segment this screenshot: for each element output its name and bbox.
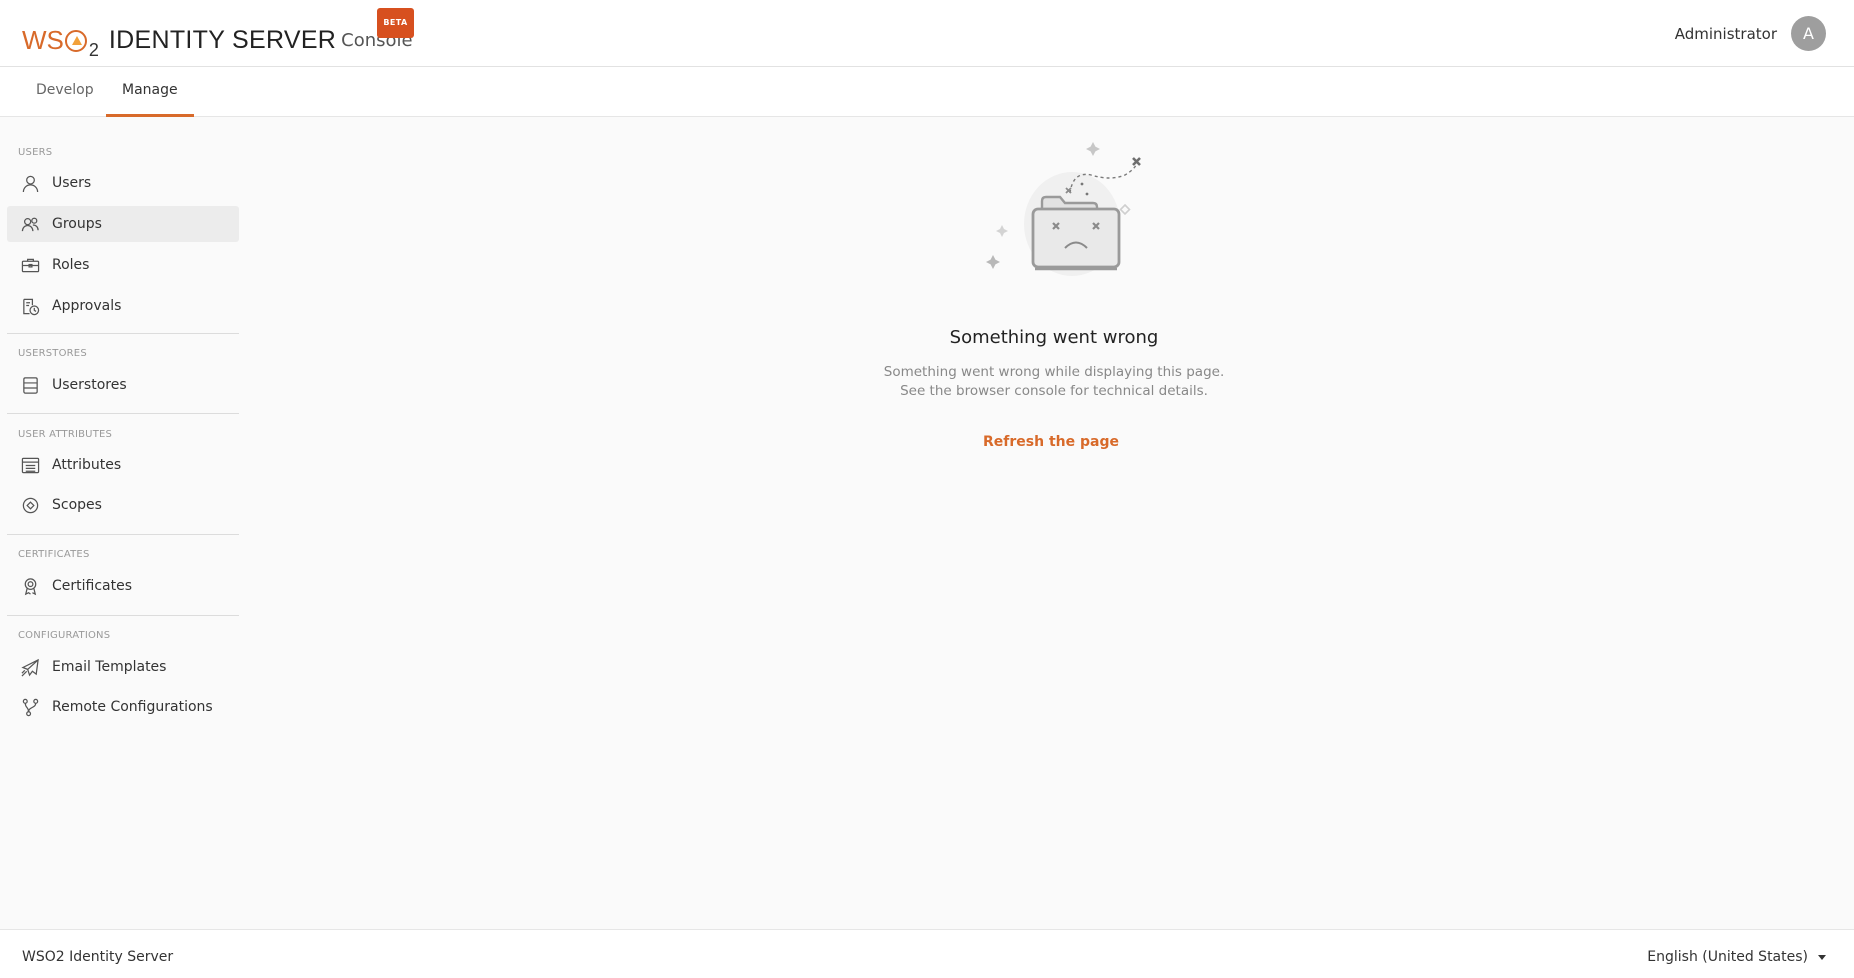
top-tabs: Develop Manage — [0, 67, 1854, 117]
tab-develop[interactable]: Develop — [20, 67, 110, 117]
sidebar-divider — [7, 534, 239, 535]
broken-folder-illustration — [965, 137, 1205, 287]
footer-product-name: WSO2 Identity Server — [22, 949, 174, 965]
sidebar-item-groups[interactable]: Groups — [7, 206, 239, 242]
error-description-line: See the browser console for technical de… — [900, 383, 1208, 399]
language-selected-value: English (United States) — [1647, 949, 1808, 965]
sidebar-item-userstores[interactable]: Userstores — [7, 367, 239, 403]
sidebar-item-remote-configurations[interactable]: Remote Configurations — [7, 689, 239, 725]
sidebar-item-scopes[interactable]: Scopes — [7, 487, 239, 523]
product-logo[interactable]: WS 2 IDENTITY SERVER Console BETA — [22, 8, 414, 59]
sidebar-item-label: Scopes — [52, 497, 102, 513]
section-title-certificates: Certificates — [18, 549, 90, 560]
sidebar-divider — [7, 333, 239, 334]
list-icon — [20, 455, 40, 475]
error-description-line: Something went wrong while displaying th… — [883, 364, 1225, 380]
logo-brand-text: WS — [22, 25, 64, 55]
main-content: Something went wrong Something went wron… — [248, 117, 1854, 929]
chevron-down-icon — [1818, 954, 1826, 960]
sidebar-item-label: Groups — [52, 216, 102, 232]
group-icon — [20, 214, 40, 234]
sidebar: Users Users Groups Roles Approvals Users… — [0, 117, 248, 929]
error-title: Something went wrong — [949, 327, 1159, 348]
language-selector[interactable]: English (United States) — [1647, 949, 1826, 965]
branch-icon — [20, 697, 40, 717]
sidebar-item-approvals[interactable]: Approvals — [7, 288, 239, 324]
email-icon — [20, 657, 40, 677]
sidebar-item-label: Approvals — [52, 298, 122, 314]
sidebar-item-label: Email Templates — [52, 659, 167, 675]
section-title-userstores: Userstores — [18, 348, 87, 359]
sidebar-item-label: Users — [52, 175, 92, 191]
certificate-icon — [20, 576, 40, 596]
sidebar-item-label: Certificates — [52, 578, 133, 594]
sidebar-item-certificates[interactable]: Certificates — [7, 568, 239, 604]
product-name: IDENTITY SERVER — [108, 26, 337, 54]
section-title-users: Users — [18, 147, 53, 158]
logo-o-mark — [64, 30, 87, 52]
tab-manage[interactable]: Manage — [106, 67, 194, 117]
sidebar-item-email-templates[interactable]: Email Templates — [7, 649, 239, 685]
section-title-user-attributes: User Attributes — [18, 429, 113, 440]
app-footer: WSO2 Identity Server English (United Sta… — [0, 929, 1854, 978]
sidebar-item-label: Userstores — [52, 377, 127, 393]
user-icon — [20, 173, 40, 193]
app-header: WS 2 IDENTITY SERVER Console BETA Adminis… — [0, 0, 1854, 67]
clock-document-icon — [20, 296, 40, 316]
beta-badge: BETA — [377, 8, 414, 38]
error-description: Something went wrong while displaying th… — [248, 363, 1854, 401]
wso2-logo: WS 2 — [22, 25, 99, 59]
user-menu[interactable]: Administrator A — [1675, 16, 1826, 51]
logo-brand-subscript: 2 — [88, 40, 99, 60]
database-icon — [20, 375, 40, 395]
refresh-page-link[interactable]: Refresh the page — [248, 434, 1854, 450]
user-name[interactable]: Administrator — [1675, 25, 1777, 43]
briefcase-icon — [20, 255, 40, 275]
avatar[interactable]: A — [1791, 16, 1826, 51]
sidebar-item-label: Remote Configurations — [52, 699, 213, 715]
sidebar-divider — [7, 615, 239, 616]
section-title-configurations: Configurations — [18, 630, 111, 641]
sidebar-item-label: Attributes — [52, 457, 122, 473]
sidebar-item-roles[interactable]: Roles — [7, 247, 239, 283]
sidebar-divider — [7, 413, 239, 414]
sidebar-item-attributes[interactable]: Attributes — [7, 447, 239, 483]
sidebar-item-users[interactable]: Users — [7, 165, 239, 201]
product-suffix: Console BETA — [341, 8, 414, 54]
scope-icon — [20, 495, 40, 515]
sidebar-item-label: Roles — [52, 257, 90, 273]
